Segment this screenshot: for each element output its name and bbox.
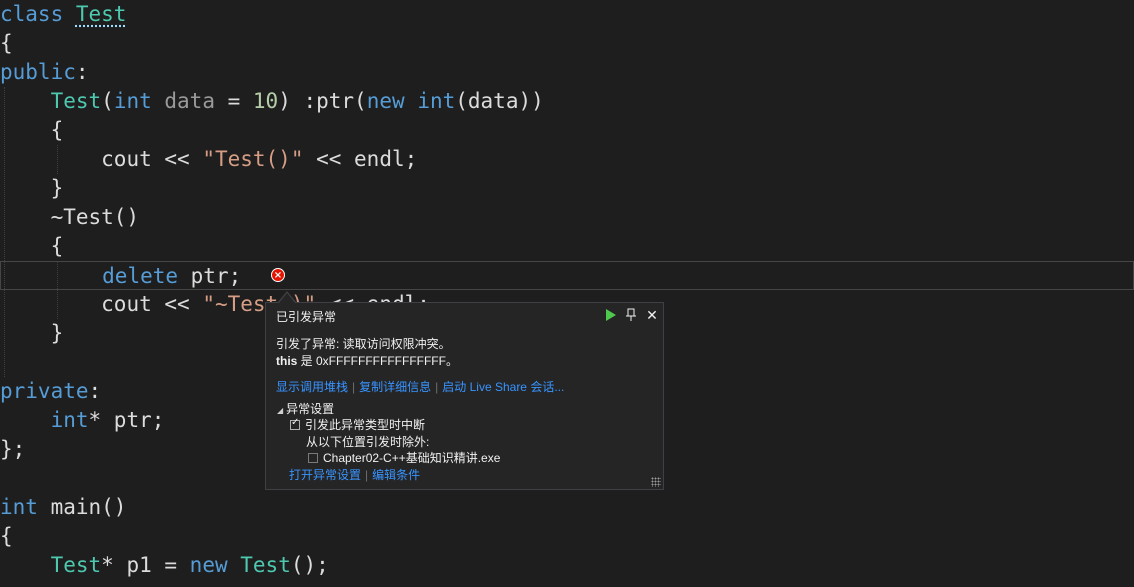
- string-literal: "Test()": [202, 147, 304, 171]
- action-links: 显示调用堆栈 | 复制详细信息 | 启动 Live Share 会话...: [276, 378, 564, 395]
- punctuation: :: [75, 60, 89, 84]
- code-line-8: ~Test(): [0, 203, 1134, 232]
- this-keyword: this: [276, 354, 298, 368]
- code-editor[interactable]: class Test { public: Test(int data = 10)…: [0, 0, 1134, 587]
- number-literal: 10: [252, 89, 279, 113]
- code-line-5: {: [0, 116, 1134, 145]
- exception-message: 引发了异常: 读取访问权限冲突。: [276, 337, 451, 351]
- continue-play-icon[interactable]: [603, 307, 619, 323]
- brace: {: [0, 31, 13, 55]
- code-text: ptr;: [178, 264, 242, 288]
- separator: |: [435, 380, 439, 394]
- edit-conditions-link[interactable]: 编辑条件: [372, 468, 420, 482]
- keyword: int: [113, 89, 152, 113]
- code-line-7: }: [0, 174, 1134, 203]
- brace: {: [50, 118, 64, 142]
- module-checkbox-label: Chapter02-C++基础知识精讲.exe: [323, 451, 501, 465]
- open-exception-settings-link[interactable]: 打开异常设置: [289, 468, 361, 482]
- module-checkbox[interactable]: [308, 452, 318, 463]
- code-text: cout <<: [101, 147, 203, 171]
- exception-value: 是 0xFFFFFFFFFFFFFFFF。: [297, 354, 458, 368]
- copy-details-link[interactable]: 复制详细信息: [359, 380, 431, 394]
- code-text: cout <<: [101, 292, 203, 316]
- exception-detail: this 是 0xFFFFFFFFFFFFFFFF。: [276, 352, 458, 369]
- brace: }: [50, 321, 64, 345]
- code-line-10-current: delete ptr;: [0, 261, 1134, 290]
- exception-settings-header[interactable]: ◢ 异常设置: [277, 400, 334, 417]
- code-text: (data)): [455, 89, 544, 113]
- module-exception-option[interactable]: Chapter02-C++基础知识精讲.exe: [308, 449, 500, 466]
- show-call-stack-link[interactable]: 显示调用堆栈: [276, 380, 348, 394]
- pin-icon[interactable]: [623, 307, 639, 323]
- code-line-2: {: [0, 29, 1134, 58]
- error-x-icon[interactable]: ×: [271, 268, 285, 282]
- code-text: << endl;: [303, 147, 418, 171]
- code-line-6: cout << "Test()" << endl;: [0, 145, 1134, 174]
- keyword: int: [0, 495, 38, 519]
- close-icon[interactable]: ✕: [644, 307, 660, 323]
- code-line-3: public:: [0, 58, 1134, 87]
- live-share-link[interactable]: 启动 Live Share 会话...: [442, 380, 564, 394]
- code-line-9: {: [0, 232, 1134, 261]
- keyword: new: [189, 553, 228, 577]
- code-line-20: Test* p1 = new Test();: [0, 551, 1134, 580]
- code-text: * p1 =: [101, 553, 190, 577]
- punctuation: :: [88, 379, 102, 403]
- code-text: ) :ptr(: [278, 89, 367, 113]
- punctuation: (: [101, 89, 114, 113]
- keyword: delete: [102, 264, 179, 288]
- except-label: 从以下位置引发时除外:: [306, 435, 430, 449]
- exception-popup: 已引发异常 ✕ 引发了异常: 读取访问权限冲突。 this 是 0xFFFFFF…: [265, 302, 664, 490]
- code-line-18: int main(): [0, 493, 1134, 522]
- type-name: Test: [240, 553, 291, 577]
- brace: {: [50, 234, 64, 258]
- keyword: public: [0, 60, 76, 84]
- type-name: Test: [50, 553, 102, 577]
- code-text: ();: [290, 553, 329, 577]
- code-line-4: Test(int data = 10) :ptr(new int(data)): [0, 87, 1134, 116]
- break-checkbox[interactable]: [290, 417, 300, 430]
- code-text: main(): [37, 495, 127, 519]
- separator: |: [365, 468, 369, 482]
- break-on-exception-option[interactable]: 引发此异常类型时中断: [290, 416, 425, 433]
- code-line-19: {: [0, 522, 1134, 551]
- keyword: private: [0, 379, 89, 403]
- keyword: int: [417, 89, 456, 113]
- separator: |: [352, 380, 356, 394]
- break-checkbox-label: 引发此异常类型时中断: [305, 418, 426, 432]
- keyword: new: [366, 89, 405, 113]
- brace: {: [0, 524, 13, 548]
- operator: =: [214, 89, 253, 113]
- keyword: int: [50, 408, 89, 432]
- settings-links: 打开异常设置 | 编辑条件: [289, 466, 420, 483]
- popup-pointer-inner: [279, 293, 295, 303]
- collapse-triangle-icon: ◢: [277, 406, 284, 415]
- brace: }: [50, 176, 64, 200]
- popup-title: 已引发异常: [276, 310, 337, 324]
- type-name: Test: [50, 89, 102, 113]
- resize-grip-icon[interactable]: [651, 477, 661, 487]
- type-name: Test: [75, 2, 127, 26]
- code-text: * ptr;: [88, 408, 165, 432]
- code-text: ~Test(): [50, 205, 140, 229]
- section-title: 异常设置: [286, 402, 335, 416]
- param-name: data: [151, 89, 215, 113]
- brace: };: [0, 437, 26, 461]
- keyword: class: [0, 2, 64, 26]
- code-line-1: class Test: [0, 0, 1134, 29]
